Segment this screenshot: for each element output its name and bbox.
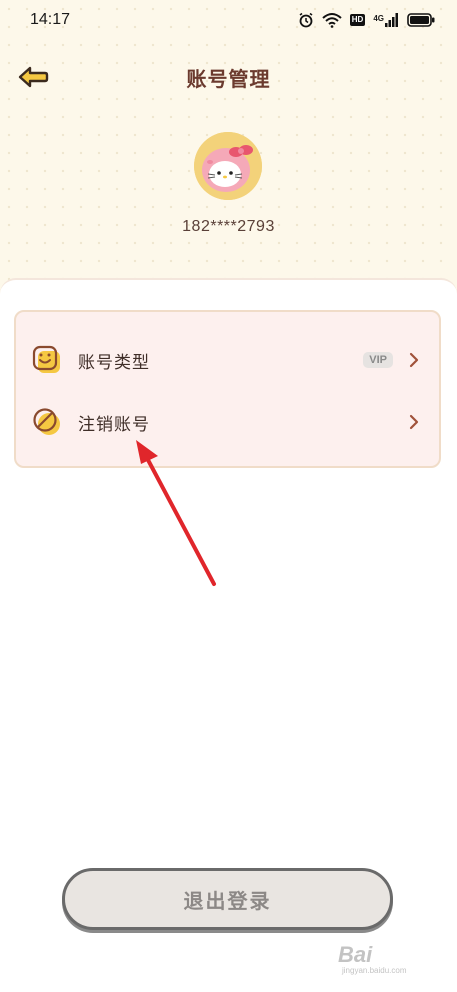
- vip-badge: VIP: [363, 352, 393, 368]
- wifi-icon: [322, 13, 342, 28]
- status-time: 14:17: [30, 11, 71, 28]
- logout-label: 退出登录: [183, 888, 272, 913]
- menu-item-label: 注销账号: [78, 414, 150, 435]
- watermark-brand: Bai: [338, 942, 373, 967]
- chevron-right-icon: [409, 414, 419, 430]
- menu-item-cancel-account[interactable]: 注销账号: [16, 392, 439, 452]
- nav-bar: 账号管理: [0, 55, 457, 99]
- menu-item-label: 账号类型: [78, 352, 150, 373]
- status-icons: HD 4G: [298, 12, 435, 28]
- signal-4g-icon: 4G: [373, 13, 399, 27]
- avatar[interactable]: [194, 132, 262, 200]
- alarm-icon: [299, 12, 313, 28]
- network-label: 4G: [373, 14, 384, 23]
- menu-card: 账号类型 VIP 注销账号: [14, 310, 441, 468]
- chevron-right-icon: [409, 352, 419, 368]
- smiley-face-icon: [32, 345, 60, 373]
- hello-kitty-avatar: [194, 132, 262, 200]
- hd-icon: HD: [349, 14, 366, 26]
- battery-icon: [407, 13, 435, 27]
- watermark-sub: jingyan.baidu.com: [342, 966, 407, 975]
- prohibited-circle-icon: [33, 408, 60, 435]
- phone-number: 182****2793: [182, 218, 275, 235]
- logout-button[interactable]: 退出登录: [62, 868, 393, 930]
- baidu-watermark: Bai jingyan.baidu.com: [338, 940, 438, 976]
- status-bar: 14:17 HD 4G: [0, 0, 457, 40]
- page-title: 账号管理: [186, 67, 271, 91]
- menu-item-account-type[interactable]: 账号类型 VIP: [16, 330, 439, 390]
